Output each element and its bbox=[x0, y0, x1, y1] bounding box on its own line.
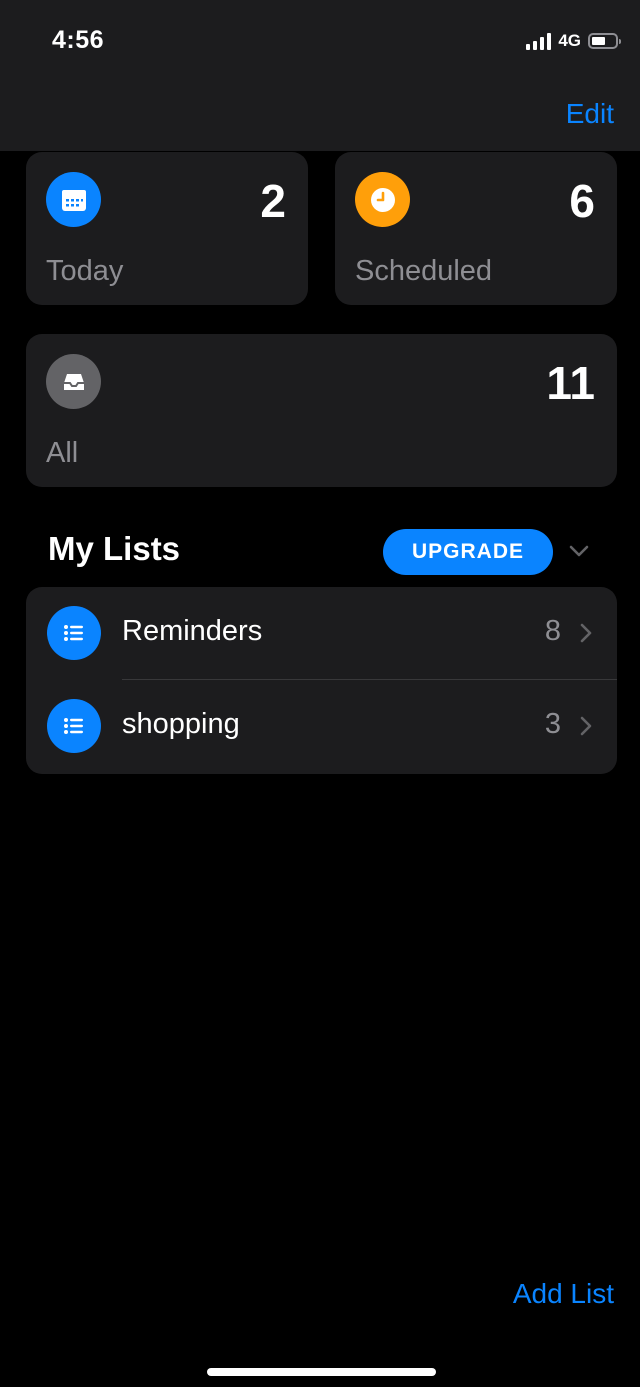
edit-button[interactable]: Edit bbox=[566, 98, 614, 130]
chevron-down-icon[interactable] bbox=[566, 538, 592, 564]
all-card[interactable]: 11 All bbox=[26, 334, 617, 487]
list-name: Reminders bbox=[122, 615, 263, 647]
list-count: 3 bbox=[544, 708, 561, 740]
all-count: 11 bbox=[546, 357, 595, 409]
today-label: Today bbox=[46, 255, 124, 287]
today-count: 2 bbox=[260, 175, 286, 227]
top-header: 4:56 4G Edit bbox=[0, 0, 640, 151]
tray-icon bbox=[46, 354, 101, 409]
my-lists-title: My Lists bbox=[48, 530, 181, 567]
chevron-right-icon bbox=[580, 716, 592, 736]
list-name: shopping bbox=[122, 708, 240, 740]
add-list-button[interactable]: Add List bbox=[513, 1278, 614, 1310]
status-indicators: 4G bbox=[526, 30, 621, 52]
network-type: 4G bbox=[558, 31, 581, 50]
list-bullet-icon bbox=[47, 699, 101, 753]
today-card[interactable]: 2 Today bbox=[26, 152, 308, 305]
scheduled-label: Scheduled bbox=[355, 255, 493, 287]
scheduled-count: 6 bbox=[569, 175, 595, 227]
clock-icon bbox=[355, 172, 410, 227]
my-lists-group: Reminders 8 shopping 3 bbox=[26, 587, 617, 774]
battery-icon bbox=[588, 33, 621, 49]
scheduled-card[interactable]: 6 Scheduled bbox=[335, 152, 617, 305]
list-item-reminders[interactable]: Reminders 8 bbox=[26, 587, 617, 680]
upgrade-button[interactable]: UPGRADE bbox=[383, 529, 553, 575]
home-indicator[interactable] bbox=[207, 1368, 436, 1376]
signal-icon bbox=[526, 32, 552, 50]
status-time: 4:56 bbox=[52, 26, 105, 54]
list-bullet-icon bbox=[47, 606, 101, 660]
list-count: 8 bbox=[544, 615, 561, 647]
chevron-right-icon bbox=[580, 623, 592, 643]
calendar-icon bbox=[46, 172, 101, 227]
all-label: All bbox=[46, 437, 79, 469]
list-item-shopping[interactable]: shopping 3 bbox=[26, 680, 617, 773]
